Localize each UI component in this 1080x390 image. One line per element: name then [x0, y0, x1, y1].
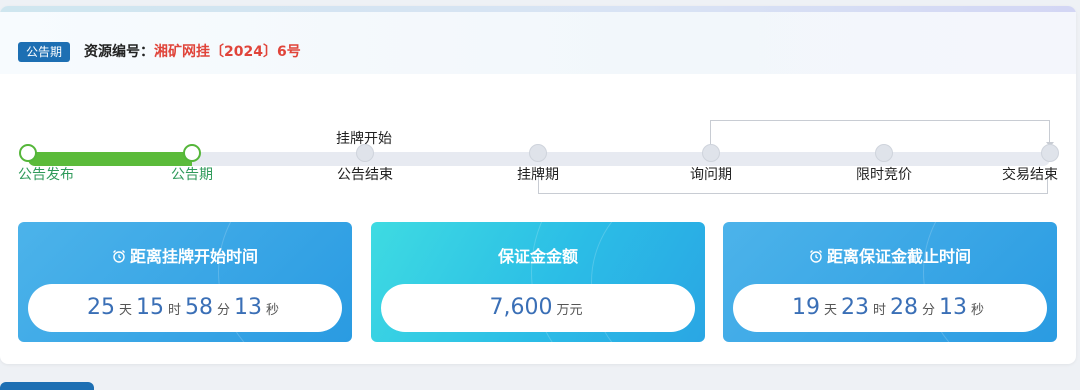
- countdown-minutes: 28: [890, 295, 918, 320]
- deposit-deadline-title-text: 距离保证金截止时间: [826, 247, 971, 266]
- alarm-clock-icon: [809, 245, 823, 271]
- timeline-connector-top: [710, 120, 1050, 146]
- bottom-tab[interactable]: [0, 382, 94, 390]
- progress-fill: [28, 152, 192, 166]
- deposit-value: 7,600 万元: [381, 284, 695, 332]
- resource-number: 资源编号：湘矿网挂〔2024〕6号: [84, 41, 301, 63]
- step-label-7: 交易结束: [1002, 167, 1058, 183]
- countdown-seconds: 13: [234, 295, 263, 320]
- countdown-hours: 15: [135, 295, 164, 320]
- step-node-6: [875, 144, 893, 162]
- listing-countdown-value: 25 天 15 时 58 分 13 秒: [28, 284, 342, 332]
- deposit-deadline-value: 19 天 23 时 28 分 13 秒: [733, 284, 1047, 332]
- hours-unit: 时: [872, 303, 886, 318]
- step-node-7: [1041, 144, 1059, 162]
- seconds-unit: 秒: [266, 303, 280, 318]
- step-node-4: [529, 144, 547, 162]
- card-header: 公告期 资源编号：湘矿网挂〔2024〕6号: [0, 12, 1076, 74]
- step-node-5: [702, 144, 720, 162]
- step-label-1: 公告发布: [18, 167, 74, 183]
- days-unit: 天: [118, 303, 132, 318]
- listing-countdown-title: 距离挂牌开始时间: [18, 244, 352, 271]
- deposit-title: 保证金金额: [497, 247, 578, 266]
- deposit-deadline-box: 距离保证金截止时间 19 天 23 时 28 分 13 秒: [723, 222, 1057, 342]
- timeline-connector-bottom: [538, 170, 1048, 194]
- countdown-days: 25: [86, 295, 115, 320]
- resource-number-label: 资源编号：: [84, 44, 154, 60]
- hours-unit: 时: [167, 303, 181, 318]
- seconds-unit: 秒: [971, 303, 985, 318]
- deposit-amount-box: 保证金金额 7,600 万元: [371, 222, 705, 342]
- countdown-minutes: 58: [185, 295, 213, 320]
- step-node-3: [356, 144, 374, 162]
- deposit-amount: 7,600: [489, 295, 553, 320]
- minutes-unit: 分: [217, 303, 231, 318]
- countdown-days: 19: [791, 295, 820, 320]
- countdown-seconds: 13: [939, 295, 968, 320]
- step-label-6: 限时竞价: [856, 167, 912, 183]
- step-node-2: [183, 144, 201, 162]
- resource-number-value: 湘矿网挂〔2024〕6号: [154, 44, 301, 60]
- minutes-unit: 分: [922, 303, 936, 318]
- deposit-unit: 万元: [556, 303, 583, 318]
- step-label-4: 挂牌期: [517, 167, 559, 183]
- listing-countdown-box: 距离挂牌开始时间 25 天 15 时 58 分 13 秒: [18, 222, 352, 342]
- step-label-2: 公告期: [171, 167, 213, 183]
- alarm-clock-icon: [112, 245, 126, 271]
- countdown-hours: 23: [840, 295, 869, 320]
- listing-countdown-title-text: 距离挂牌开始时间: [129, 247, 258, 266]
- step-node-1: [19, 144, 37, 162]
- step-label-3: 公告结束: [337, 167, 393, 183]
- days-unit: 天: [823, 303, 837, 318]
- deposit-deadline-title: 距离保证金截止时间: [723, 244, 1057, 271]
- auction-info-card: 公告期 资源编号：湘矿网挂〔2024〕6号 挂牌开始 公告发布 公告期 公告结束 挂牌…: [0, 6, 1076, 364]
- step-label-5: 询问期: [690, 167, 732, 183]
- status-badge: 公告期: [18, 42, 71, 62]
